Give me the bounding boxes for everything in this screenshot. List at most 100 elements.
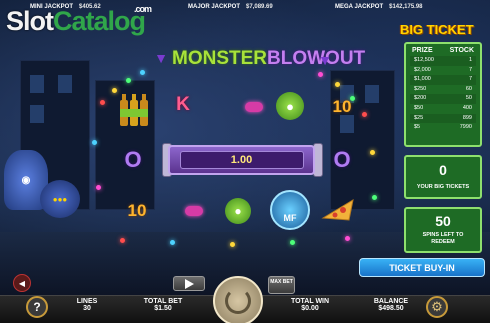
gear-icon: ⚙ bbox=[431, 299, 443, 314]
prize-cell: $50 bbox=[414, 104, 424, 111]
your-big-tickets-label: YOUR BIG TICKETS bbox=[416, 184, 470, 190]
total-win-label: TOTAL WIN bbox=[290, 298, 330, 305]
monster-eye-icon: ◉ bbox=[21, 174, 31, 186]
o-symbol-left: O bbox=[124, 147, 142, 172]
candy-icon bbox=[185, 206, 203, 216]
spins-left-label: SPINS LEFT TO REDEEM bbox=[422, 232, 464, 245]
your-big-tickets-count: 0 bbox=[439, 162, 447, 178]
mega-jackpot: MEGA JACKPOT $142,175.98 bbox=[335, 4, 423, 10]
big-ticket-title: BIG TICKET bbox=[400, 22, 474, 37]
table-row: $2,000 7 bbox=[410, 66, 476, 76]
green-monster-symbol: ● bbox=[276, 92, 304, 120]
watermark-suffix: .com bbox=[134, 4, 152, 14]
candy-symbol bbox=[245, 102, 263, 112]
multiplier-bar: 1.00 bbox=[168, 145, 315, 175]
settings-button[interactable]: ⚙ bbox=[426, 296, 448, 318]
stock-cell: 899 bbox=[462, 114, 472, 121]
question-icon: ? bbox=[33, 300, 41, 314]
table-row: $5 7990 bbox=[410, 123, 476, 133]
speaker-icon: ◀ bbox=[18, 278, 26, 288]
spins-left-count: 50 bbox=[435, 213, 451, 229]
table-row: $1,000 7 bbox=[410, 75, 476, 85]
monster-eye-icon: ● bbox=[234, 204, 242, 218]
spins-left-box: 50 SPINS LEFT TO REDEEM bbox=[404, 207, 482, 253]
window bbox=[58, 75, 72, 93]
watermark-part1: Slot bbox=[6, 6, 54, 36]
k-symbol: K bbox=[176, 94, 190, 115]
prize-table-header: PRIZE STOCK bbox=[410, 47, 476, 54]
stock-cell: 7990 bbox=[459, 124, 472, 131]
stock-header: STOCK bbox=[449, 47, 474, 54]
total-win-display: TOTAL WIN $0.00 bbox=[284, 298, 336, 312]
game-title: MONSTERBLOWOUT bbox=[172, 48, 365, 70]
mf-badge: MF bbox=[283, 213, 297, 223]
balance-value: $498.50 bbox=[378, 305, 404, 312]
prize-header: PRIZE bbox=[412, 47, 433, 54]
max-bet-button[interactable]: MAX BET bbox=[268, 276, 295, 294]
stock-cell: 7 bbox=[468, 66, 472, 73]
total-bet-value: $1.50 bbox=[154, 305, 172, 312]
lines-display: LINES 30 bbox=[72, 298, 102, 312]
table-row: $200 50 bbox=[410, 94, 476, 104]
window bbox=[365, 85, 379, 103]
table-row: $250 60 bbox=[410, 85, 476, 95]
mega-jackpot-label: MEGA JACKPOT bbox=[335, 4, 384, 10]
stock-cell: 7 bbox=[468, 76, 472, 83]
title-monster: MONSTER bbox=[172, 48, 267, 69]
blue-monster-wild-symbol: MF bbox=[270, 190, 310, 230]
ten-symbol: 10 bbox=[332, 97, 352, 116]
big-ticket-prize-table: PRIZE STOCK $12,500 1 $2,000 7 $1,000 7 $25… bbox=[404, 42, 482, 147]
window bbox=[30, 105, 44, 123]
sound-button[interactable]: ◀ bbox=[13, 274, 31, 292]
total-win-value: $0.00 bbox=[301, 305, 319, 312]
stock-cell: 1 bbox=[468, 57, 472, 63]
window bbox=[30, 75, 44, 93]
spin-button[interactable] bbox=[213, 276, 263, 323]
prize-cell: $250 bbox=[414, 85, 427, 92]
stock-cell: 50 bbox=[465, 95, 472, 102]
table-row: $25 899 bbox=[410, 113, 476, 124]
your-big-tickets-box: 0 YOUR BIG TICKETS bbox=[404, 155, 482, 199]
prize-cell: $1,000 bbox=[414, 76, 431, 83]
major-jackpot: MAJOR JACKPOT $7,089.69 bbox=[188, 4, 273, 10]
ticket-buy-in-button[interactable]: TICKET BUY-IN bbox=[359, 258, 485, 277]
prize-cell: $5 bbox=[414, 124, 421, 131]
lines-label: LINES bbox=[76, 298, 98, 305]
mega-jackpot-value: $142,175.98 bbox=[389, 4, 423, 10]
stock-cell: 400 bbox=[462, 104, 472, 111]
bat-icon: ▼ bbox=[318, 52, 332, 68]
spin-arrows-icon bbox=[225, 288, 251, 314]
lines-value: 30 bbox=[83, 305, 91, 312]
candy-icon bbox=[245, 102, 263, 112]
multiplier-value: 1.00 bbox=[179, 151, 304, 169]
bat-icon: ▼ bbox=[154, 50, 168, 66]
table-row: $12,500 1 bbox=[410, 56, 476, 66]
autoplay-button[interactable] bbox=[173, 276, 205, 291]
ten-symbol-row3: 10 bbox=[127, 201, 147, 220]
total-bet-display: TOTAL BET $1.50 bbox=[137, 298, 189, 312]
major-jackpot-value: $7,089.69 bbox=[246, 4, 273, 10]
total-bet-label: TOTAL BET bbox=[143, 298, 183, 305]
bottles-symbol bbox=[117, 92, 151, 128]
left-monster-multi-eye: ●●● bbox=[40, 180, 80, 218]
table-row: $50 400 bbox=[410, 104, 476, 114]
o-symbol-right: O bbox=[333, 147, 351, 172]
slotcatalog-watermark: SlotCatalog .com bbox=[6, 4, 152, 37]
prize-cell: $2,000 bbox=[414, 66, 431, 73]
pizza-symbol bbox=[321, 196, 355, 222]
monster-eye-icon: ●●● bbox=[52, 194, 68, 204]
major-jackpot-label: MAJOR JACKPOT bbox=[188, 4, 241, 10]
watermark-part2: Catalog bbox=[53, 6, 146, 36]
balance-display: BALANCE $498.50 bbox=[366, 298, 416, 312]
candy-symbol-row3 bbox=[185, 206, 203, 216]
stock-cell: 60 bbox=[465, 85, 472, 92]
monster-eye-icon: ● bbox=[286, 98, 294, 114]
prize-cell: $200 bbox=[414, 95, 427, 102]
play-icon bbox=[185, 278, 194, 289]
prize-cell: $12,500 bbox=[414, 57, 434, 63]
help-button[interactable]: ? bbox=[26, 296, 48, 318]
prize-rows: $12,500 1 $2,000 7 $1,000 7 $250 60 $200 50 $… bbox=[410, 56, 476, 133]
green-monster-symbol-row3: ● bbox=[225, 198, 251, 224]
prize-cell: $25 bbox=[414, 114, 424, 121]
balance-label: BALANCE bbox=[373, 298, 409, 305]
